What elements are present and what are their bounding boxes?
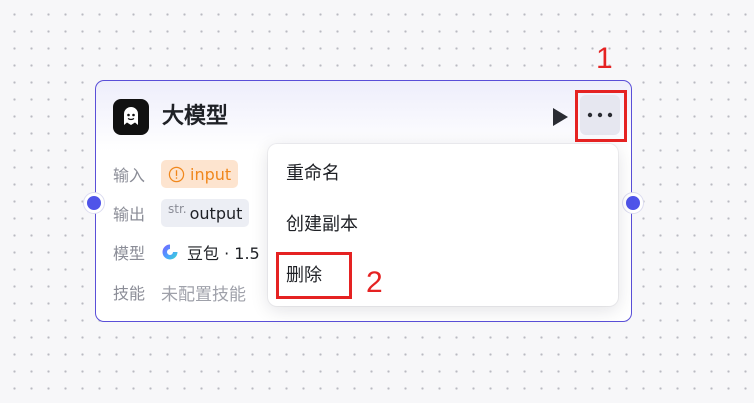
node-title: 大模型: [162, 104, 229, 129]
menu-item-duplicate[interactable]: 创建副本: [286, 212, 358, 238]
model-row: 模型 豆包 · 1.5: [113, 238, 260, 266]
annotation-highlight-more: [575, 90, 627, 142]
skills-label: 技能: [113, 284, 146, 303]
outputs-label: 输出: [113, 205, 146, 224]
inputs-row: 输入 input: [113, 160, 239, 188]
model-label: 模型: [113, 244, 146, 263]
inputs-label: 输入: [113, 166, 146, 185]
annotation-step-1: 1: [596, 42, 613, 75]
llm-robot-icon: [113, 99, 149, 135]
output-param-name: output: [189, 203, 243, 223]
menu-item-rename[interactable]: 重命名: [286, 161, 340, 187]
input-port[interactable]: [84, 193, 104, 213]
output-param-chip[interactable]: str. output: [161, 199, 250, 227]
annotation-step-2: 2: [366, 266, 383, 299]
doubao-model-icon: [162, 244, 178, 260]
play-icon[interactable]: [550, 107, 570, 127]
input-param-name: input: [190, 164, 232, 184]
skills-row: 技能 未配置技能: [113, 278, 246, 306]
model-value: 豆包 · 1.5: [187, 244, 260, 263]
output-port[interactable]: [623, 193, 643, 213]
skills-value: 未配置技能: [161, 284, 246, 305]
annotation-highlight-delete: [276, 252, 352, 299]
warning-circle-icon: [168, 166, 185, 182]
outputs-row: 输出 str. output: [113, 199, 250, 227]
output-type-tag: str.: [168, 202, 187, 216]
input-param-chip[interactable]: input: [161, 160, 239, 188]
